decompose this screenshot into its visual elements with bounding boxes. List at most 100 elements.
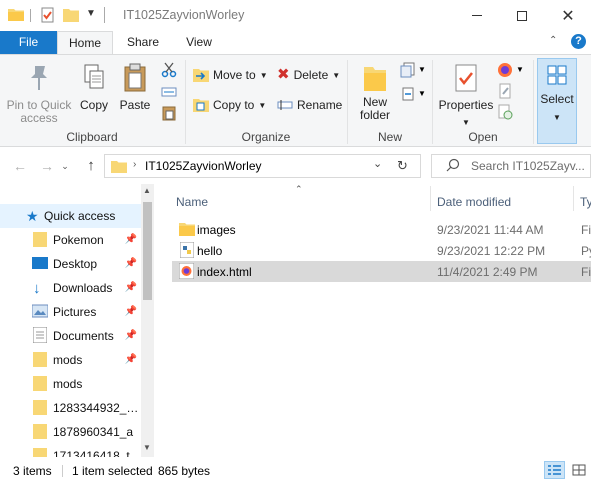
firefox-icon[interactable] (497, 62, 513, 78)
up-button[interactable]: ↑ (80, 157, 102, 175)
customize-toolbar-icon[interactable]: ▼ (86, 8, 96, 19)
new-folder-label-line2: folder (359, 108, 391, 122)
nav-quick-access[interactable]: ★ Quick access (0, 204, 141, 228)
nav-item-label: 1713416418_t (53, 449, 130, 457)
nav-item-desktop[interactable]: Desktop 📌 (0, 252, 141, 276)
nav-item-label: mods (53, 377, 83, 391)
pin-to-quick-access-button[interactable]: Pin to Quick access (4, 63, 74, 125)
refresh-icon[interactable]: ↻ (397, 158, 408, 174)
file-name: hello (197, 244, 223, 258)
large-icons-view-button[interactable] (568, 461, 589, 479)
nav-item-documents[interactable]: Documents 📌 (0, 324, 141, 348)
nav-item-mods[interactable]: mods 📌 (0, 348, 141, 372)
scrollbar-thumb[interactable] (143, 202, 152, 300)
tab-share[interactable]: Share (118, 31, 168, 54)
nav-item-folder[interactable]: 1283344932_… (0, 396, 141, 420)
copy-to-icon (193, 98, 209, 112)
nav-item-pictures[interactable]: Pictures 📌 (0, 300, 141, 324)
collapse-ribbon-icon[interactable]: ⌃ (549, 35, 557, 46)
new-folder-button[interactable]: New folder (354, 63, 396, 122)
file-date: 11/4/2021 2:49 PM (437, 265, 538, 279)
select-button[interactable]: Select ▼ (537, 58, 577, 144)
file-date: 9/23/2021 11:44 AM (437, 223, 544, 237)
delete-button[interactable]: ✖ Delete ▼ (277, 67, 341, 82)
properties-label: Properties (438, 98, 494, 112)
nav-item-label: Desktop (53, 257, 98, 271)
dropdown-arrow-icon[interactable]: ▼ (418, 89, 426, 98)
back-button[interactable]: ← (9, 157, 31, 175)
folder-icon (33, 399, 53, 418)
group-separator (533, 60, 534, 144)
help-icon[interactable]: ? (571, 34, 586, 49)
easy-access-icon[interactable] (400, 86, 416, 102)
nav-item-pokemon[interactable]: Pokemon 📌 (0, 228, 141, 252)
edit-icon[interactable] (497, 83, 513, 99)
nav-item-folder[interactable]: 1713416418_t (0, 444, 141, 457)
column-header-name[interactable]: Name (176, 195, 208, 209)
selected-count: 1 item selected (72, 464, 153, 478)
dropdown-arrow-icon[interactable]: ▼ (418, 65, 426, 74)
pin-icon: 📌 (124, 306, 137, 317)
file-row-selected[interactable]: index.html 11/4/2021 2:49 PM Fi (172, 261, 591, 282)
breadcrumb-chevron-icon[interactable]: › (133, 159, 136, 170)
folder-icon (111, 160, 127, 173)
column-divider (573, 186, 574, 211)
title-bar: ▼ IT1025ZayvionWorley ✕ (0, 0, 591, 31)
nav-pane-scrollbar[interactable]: ▲ ▼ (141, 184, 154, 457)
nav-item-label: Pokemon (53, 233, 104, 247)
column-header-date[interactable]: Date modified (437, 195, 511, 209)
file-row[interactable]: hello 9/23/2021 12:22 PM Py (172, 240, 591, 261)
nav-item-downloads[interactable]: ↓ Downloads 📌 (0, 276, 141, 300)
copy-path-icon[interactable] (161, 86, 177, 98)
recent-locations-button[interactable]: ⌄ (58, 157, 72, 175)
history-icon[interactable] (497, 104, 513, 120)
folder-icon (33, 423, 53, 442)
dropdown-arrow-icon[interactable]: ▼ (516, 65, 524, 74)
breadcrumb-current[interactable]: IT1025ZayvionWorley (145, 159, 262, 173)
search-icon (446, 158, 460, 172)
tab-file[interactable]: File (0, 31, 57, 54)
cut-icon[interactable] (161, 62, 177, 78)
maximize-button[interactable] (499, 0, 545, 31)
search-input[interactable]: Search IT1025Zayv... (471, 159, 585, 173)
scroll-up-icon[interactable]: ▲ (143, 186, 151, 195)
tab-view[interactable]: View (174, 31, 224, 54)
dropdown-arrow-icon: ▼ (332, 70, 341, 80)
download-icon: ↓ (33, 279, 41, 297)
rename-button[interactable]: Rename (277, 98, 342, 112)
paste-shortcut-icon[interactable] (161, 105, 177, 121)
properties-icon[interactable] (40, 7, 56, 23)
move-to-button[interactable]: Move to ▼ (193, 68, 268, 82)
python-file-icon (179, 241, 195, 261)
address-dropdown-icon[interactable]: ⌄ (373, 157, 382, 170)
details-view-button[interactable] (544, 461, 565, 479)
paste-icon (122, 63, 148, 93)
column-header-type[interactable]: Ty (580, 195, 591, 209)
organize-group-label: Organize (241, 130, 291, 144)
tab-home[interactable]: Home (57, 31, 113, 55)
close-button[interactable]: ✕ (545, 0, 591, 31)
paste-button[interactable]: Paste (116, 63, 154, 112)
properties-button[interactable]: Properties ▼ (437, 63, 495, 129)
copy-button[interactable]: Copy (76, 63, 112, 112)
search-box[interactable]: Search IT1025Zayv... (431, 154, 591, 178)
pin-icon: 📌 (124, 258, 137, 269)
file-row[interactable]: images 9/23/2021 11:44 AM Fi (172, 219, 591, 240)
forward-button[interactable]: → (36, 157, 58, 175)
scroll-down-icon[interactable]: ▼ (143, 443, 151, 452)
pin-icon: 📌 (124, 330, 137, 341)
large-icons-view-icon (572, 464, 585, 476)
nav-item-folder[interactable]: 1878960341_a (0, 420, 141, 444)
documents-icon (32, 326, 53, 346)
copy-to-label: Copy to (213, 98, 255, 112)
minimize-button[interactable] (454, 0, 500, 31)
navigation-pane: ★ Quick access Pokemon 📌 Desktop 📌 ↓ Dow… (0, 184, 153, 457)
new-group-label: New (377, 130, 402, 144)
new-folder-icon[interactable] (63, 8, 79, 22)
nav-item-mods[interactable]: mods (0, 372, 141, 396)
nav-item-label: Pictures (53, 305, 97, 319)
copy-to-button[interactable]: Copy to ▼ (193, 98, 266, 112)
copy-label: Copy (79, 98, 108, 112)
new-item-icon[interactable] (400, 62, 416, 78)
address-bar[interactable]: › IT1025ZayvionWorley ⌄ ↻ (104, 154, 421, 178)
